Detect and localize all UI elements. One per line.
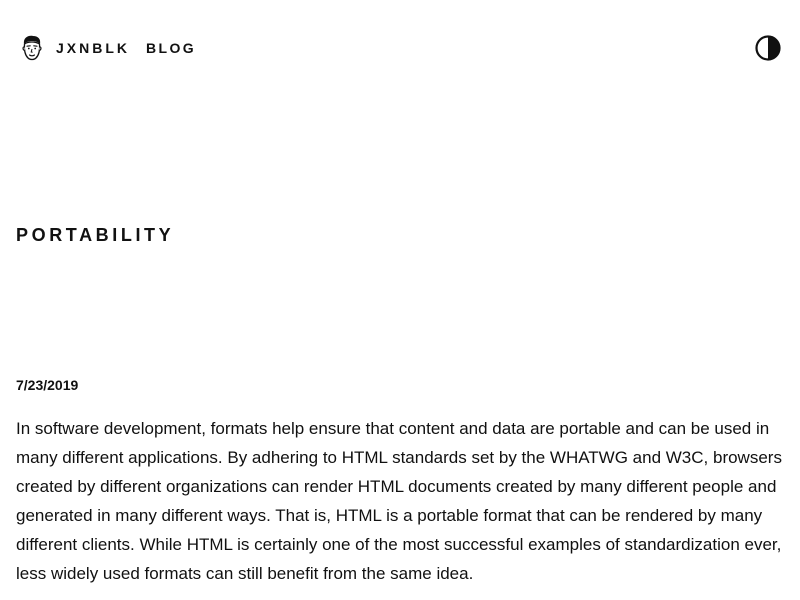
home-link[interactable]: JXNBLK BLOG — [20, 34, 196, 62]
contrast-icon — [755, 35, 781, 61]
theme-toggle-button[interactable] — [755, 35, 781, 61]
avatar-face-icon — [20, 34, 44, 62]
site-name: JXNBLK — [56, 40, 131, 56]
post-date: 7/23/2019 — [16, 377, 79, 393]
page-title: PORTABILITY — [16, 225, 175, 245]
site-header: JXNBLK BLOG — [0, 0, 800, 96]
post-body: In software development, formats help en… — [16, 419, 782, 583]
nav-blog-link[interactable]: BLOG — [146, 34, 196, 62]
